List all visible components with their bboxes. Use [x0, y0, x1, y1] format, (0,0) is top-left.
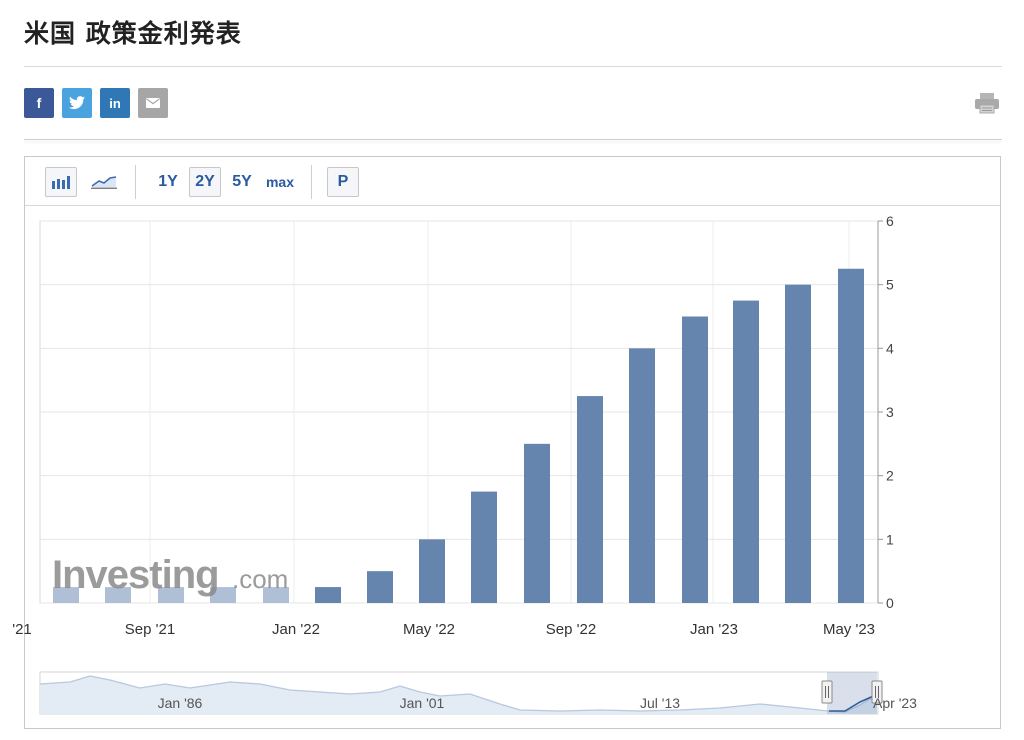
bar — [524, 443, 550, 603]
x-tick-label: Jan '23 — [690, 621, 738, 638]
bar — [577, 396, 603, 603]
navigator-label: Jan '01 — [400, 695, 445, 711]
navigator-handle[interactable] — [821, 680, 833, 704]
bar — [629, 348, 655, 603]
x-tick-label: May '23 — [823, 621, 875, 638]
y-tick-label: 2 — [886, 468, 894, 484]
bar — [733, 300, 759, 603]
y-tick-label: 0 — [886, 595, 894, 611]
navigator-label: Jul '13 — [640, 695, 680, 711]
navigator: Jan '86 Jan '01 Jul '13 Apr '23 — [39, 671, 917, 715]
x-tick-label: '21 — [12, 621, 32, 638]
bar — [419, 539, 445, 603]
bar — [838, 268, 864, 603]
x-axis: '21 Sep '21 Jan '22 May '22 Sep '22 Jan '23 Ma… — [12, 621, 875, 638]
y-tick-label: 5 — [886, 277, 894, 293]
watermark-suffix: .com — [232, 564, 288, 594]
y-tick-label: 3 — [886, 404, 894, 420]
bar — [471, 491, 497, 603]
y-axis: 0 1 2 3 4 5 6 — [877, 213, 894, 611]
bar — [682, 316, 708, 603]
y-tick-label: 6 — [886, 213, 894, 229]
rate-chart: Investing .com 0 1 2 3 4 5 6 '21 Sep '21 Jan '22… — [12, 213, 917, 715]
bar — [367, 571, 393, 603]
bar — [315, 587, 341, 603]
y-tick-label: 1 — [886, 531, 894, 547]
x-tick-label: May '22 — [403, 621, 455, 638]
navigator-label: Apr '23 — [873, 695, 917, 711]
navigator-label: Jan '86 — [158, 695, 203, 711]
x-tick-label: Sep '21 — [125, 621, 175, 638]
bar — [785, 284, 811, 603]
x-tick-label: Jan '22 — [272, 621, 320, 638]
watermark-text: Investing — [52, 553, 219, 597]
y-tick-label: 4 — [886, 340, 894, 356]
x-tick-label: Sep '22 — [546, 621, 596, 638]
